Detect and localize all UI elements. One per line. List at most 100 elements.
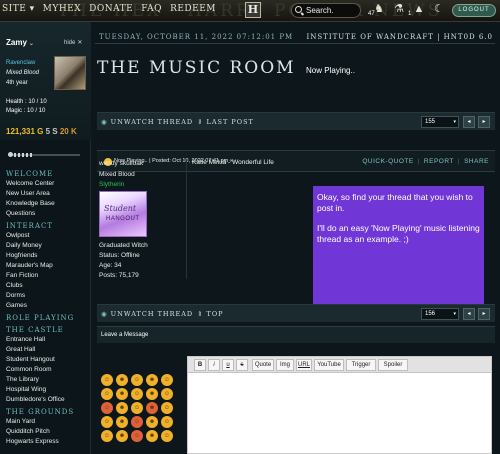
emoji-icon[interactable]: ☻	[116, 430, 128, 442]
hex-logo-icon[interactable]: H	[245, 2, 261, 18]
message-textarea[interactable]	[188, 373, 491, 453]
emoji-icon[interactable]: ☺	[161, 388, 173, 400]
emoji-icon[interactable]: ☻	[116, 416, 128, 428]
emoji-icon[interactable]: ☺	[101, 416, 113, 428]
flask-icon[interactable]: ⚗	[392, 2, 406, 18]
sidebar-item-fan-fiction[interactable]: Fan Fiction	[6, 272, 38, 279]
youtube-button[interactable]: YouTube	[314, 359, 344, 371]
prev-page-button[interactable]: ◂	[463, 308, 475, 320]
witch-hat-icon[interactable]: ▲ 1	[408, 2, 426, 18]
emoji-icon[interactable]: ☺	[161, 416, 173, 428]
bold-button[interactable]: B	[194, 359, 206, 371]
url-button[interactable]: URL	[296, 359, 312, 371]
emoji-icon[interactable]: ☺	[161, 374, 173, 386]
page-title: THE MUSIC ROOM	[97, 58, 296, 78]
emoji-icon[interactable]: ☻	[146, 388, 158, 400]
sidebar-item-the-library[interactable]: The Library	[6, 376, 39, 383]
nav-donate[interactable]: DONATE	[89, 4, 133, 14]
sidebar-item-clubs[interactable]: Clubs	[6, 282, 23, 289]
sidebar-item-hospital-wing[interactable]: Hospital Wing	[6, 386, 46, 393]
quote-button[interactable]: Quote	[252, 359, 274, 371]
sidebar-item-main-yard[interactable]: Main Yard	[6, 418, 35, 425]
emoji-icon[interactable]: ☺	[131, 402, 143, 414]
emoji-icon[interactable]: ☺	[101, 402, 113, 414]
next-page-button[interactable]: ▸	[478, 116, 490, 128]
sidebar-item-daily-money[interactable]: Daily Money	[6, 242, 42, 249]
emoji-icon[interactable]: ☺	[101, 430, 113, 442]
author-rank: Graduated Witch	[99, 242, 148, 249]
sidebar-item-quidditch-pitch[interactable]: Quidditch Pitch	[6, 428, 50, 435]
page-select[interactable]: 156 ▾	[421, 308, 459, 320]
top-link[interactable]: ⇑ TOP	[197, 310, 224, 318]
owl-icon[interactable]: ♞ 47	[368, 2, 386, 18]
sidebar-item-knowledge-base[interactable]: Knowledge Base	[6, 200, 55, 207]
emoji-icon[interactable]: ☺	[161, 402, 173, 414]
author-avatar[interactable]: Student HANGOUT	[99, 191, 147, 237]
top-nav: SITE ▾ MYHEX DONATE FAQ REDEEM	[2, 4, 216, 14]
sidebar-item-marauders-map[interactable]: Marauder's Map	[6, 262, 53, 269]
sidebar-item-welcome-center[interactable]: Welcome Center	[6, 180, 54, 187]
sidebar-item-new-user-area[interactable]: New User Area	[6, 190, 50, 197]
nav-myhex[interactable]: MYHEX	[43, 4, 81, 14]
img-button[interactable]: Img	[276, 359, 294, 371]
emoji-icon[interactable]: ☻	[146, 402, 158, 414]
emoji-icon[interactable]: ☺	[131, 388, 143, 400]
moon-icon[interactable]: ☾	[432, 2, 446, 18]
emoji-icon[interactable]: ☺	[101, 374, 113, 386]
emoji-icon[interactable]: ☻	[116, 388, 128, 400]
page-select[interactable]: 155 ▾	[421, 116, 459, 128]
emoji-icon[interactable]: ☻	[146, 416, 158, 428]
emoji-icon[interactable]: ☺	[131, 416, 143, 428]
sidebar-item-hogwarts-express[interactable]: Hogwarts Express	[6, 438, 59, 445]
spoiler-button[interactable]: Spoiler	[378, 359, 408, 371]
sidebar-item-dorms[interactable]: Dorms	[6, 292, 25, 299]
emoji-icon[interactable]: ☻	[116, 402, 128, 414]
sidebar-item-owlpost[interactable]: Owlpost	[6, 232, 29, 239]
sidebar-item-great-hall[interactable]: Great Hall	[6, 346, 35, 353]
nav-redeem[interactable]: REDEEM	[170, 4, 216, 14]
unwatch-thread-link[interactable]: ◉ UNWATCH THREAD	[101, 118, 193, 126]
eye-icon: ◉	[101, 310, 108, 318]
sidebar-item-hogfriends[interactable]: Hogfriends	[6, 252, 37, 259]
username[interactable]: Zamy ⌄	[6, 38, 34, 47]
sidebar-item-dumbledores-office[interactable]: Dumbledore's Office	[6, 396, 65, 403]
emoji-icon[interactable]: ☻	[146, 374, 158, 386]
author-name[interactable]: wendy skulloak	[99, 160, 143, 167]
dropdown-icon: ▾	[453, 119, 456, 125]
emoji-icon[interactable]: ☻	[116, 374, 128, 386]
sidebar-item-student-hangout[interactable]: Student Hangout	[6, 356, 55, 363]
prev-page-button[interactable]: ◂	[463, 116, 475, 128]
post-text: Katie Melua - Wonderful Life	[192, 159, 274, 166]
thread-bar-top: ◉ UNWATCH THREAD ⇓ LAST POST 155 ▾ ◂ ▸	[97, 112, 495, 130]
logout-button[interactable]: LOGOUT	[452, 4, 496, 17]
sidebar-item-questions[interactable]: Questions	[6, 210, 35, 217]
emoji-icon[interactable]: ☺	[161, 430, 173, 442]
trigger-button[interactable]: Trigger	[346, 359, 376, 371]
underline-button[interactable]: u	[222, 359, 234, 371]
nav-heading-the-grounds: THE GROUNDS	[6, 408, 75, 416]
strike-button[interactable]: s	[236, 359, 248, 371]
emoji-icon[interactable]: ☺	[101, 388, 113, 400]
avatar[interactable]	[54, 56, 86, 90]
search-box[interactable]: Search.	[291, 3, 361, 18]
slider-knob[interactable]	[8, 152, 13, 157]
author-house: Slytherin	[99, 181, 125, 188]
emoji-icon[interactable]: ☺	[131, 374, 143, 386]
next-page-button[interactable]: ▸	[478, 308, 490, 320]
italic-button[interactable]: i	[208, 359, 220, 371]
editor-toolbar: B i u s Quote Img URL YouTube Trigger Sp…	[188, 357, 491, 373]
top-icons: ♞ 47 ⚗ ▲ 1 ☾	[368, 2, 446, 18]
emoji-icon[interactable]: ☻	[146, 430, 158, 442]
emoji-picker: ☺ ☻ ☺ ☻ ☺ ☺ ☻ ☺ ☻ ☺ ☺ ☻ ☺ ☻ ☺ ☺ ☻ ☺ ☻ ☺ …	[101, 374, 173, 442]
emoji-icon[interactable]: ☺	[131, 430, 143, 442]
nav-site[interactable]: SITE ▾	[2, 4, 35, 14]
unwatch-thread-link[interactable]: ◉ UNWATCH THREAD	[101, 310, 193, 318]
sickles: 5 S	[45, 127, 58, 136]
volume-slider[interactable]	[8, 152, 80, 157]
sidebar-item-games[interactable]: Games	[6, 302, 27, 309]
hide-button[interactable]: hide ✕	[64, 39, 82, 46]
last-post-link[interactable]: ⇓ LAST POST	[197, 118, 254, 126]
sidebar-item-entrance-hall[interactable]: Entrance Hall	[6, 336, 45, 343]
sidebar-item-common-room[interactable]: Common Room	[6, 366, 52, 373]
nav-faq[interactable]: FAQ	[141, 4, 162, 14]
